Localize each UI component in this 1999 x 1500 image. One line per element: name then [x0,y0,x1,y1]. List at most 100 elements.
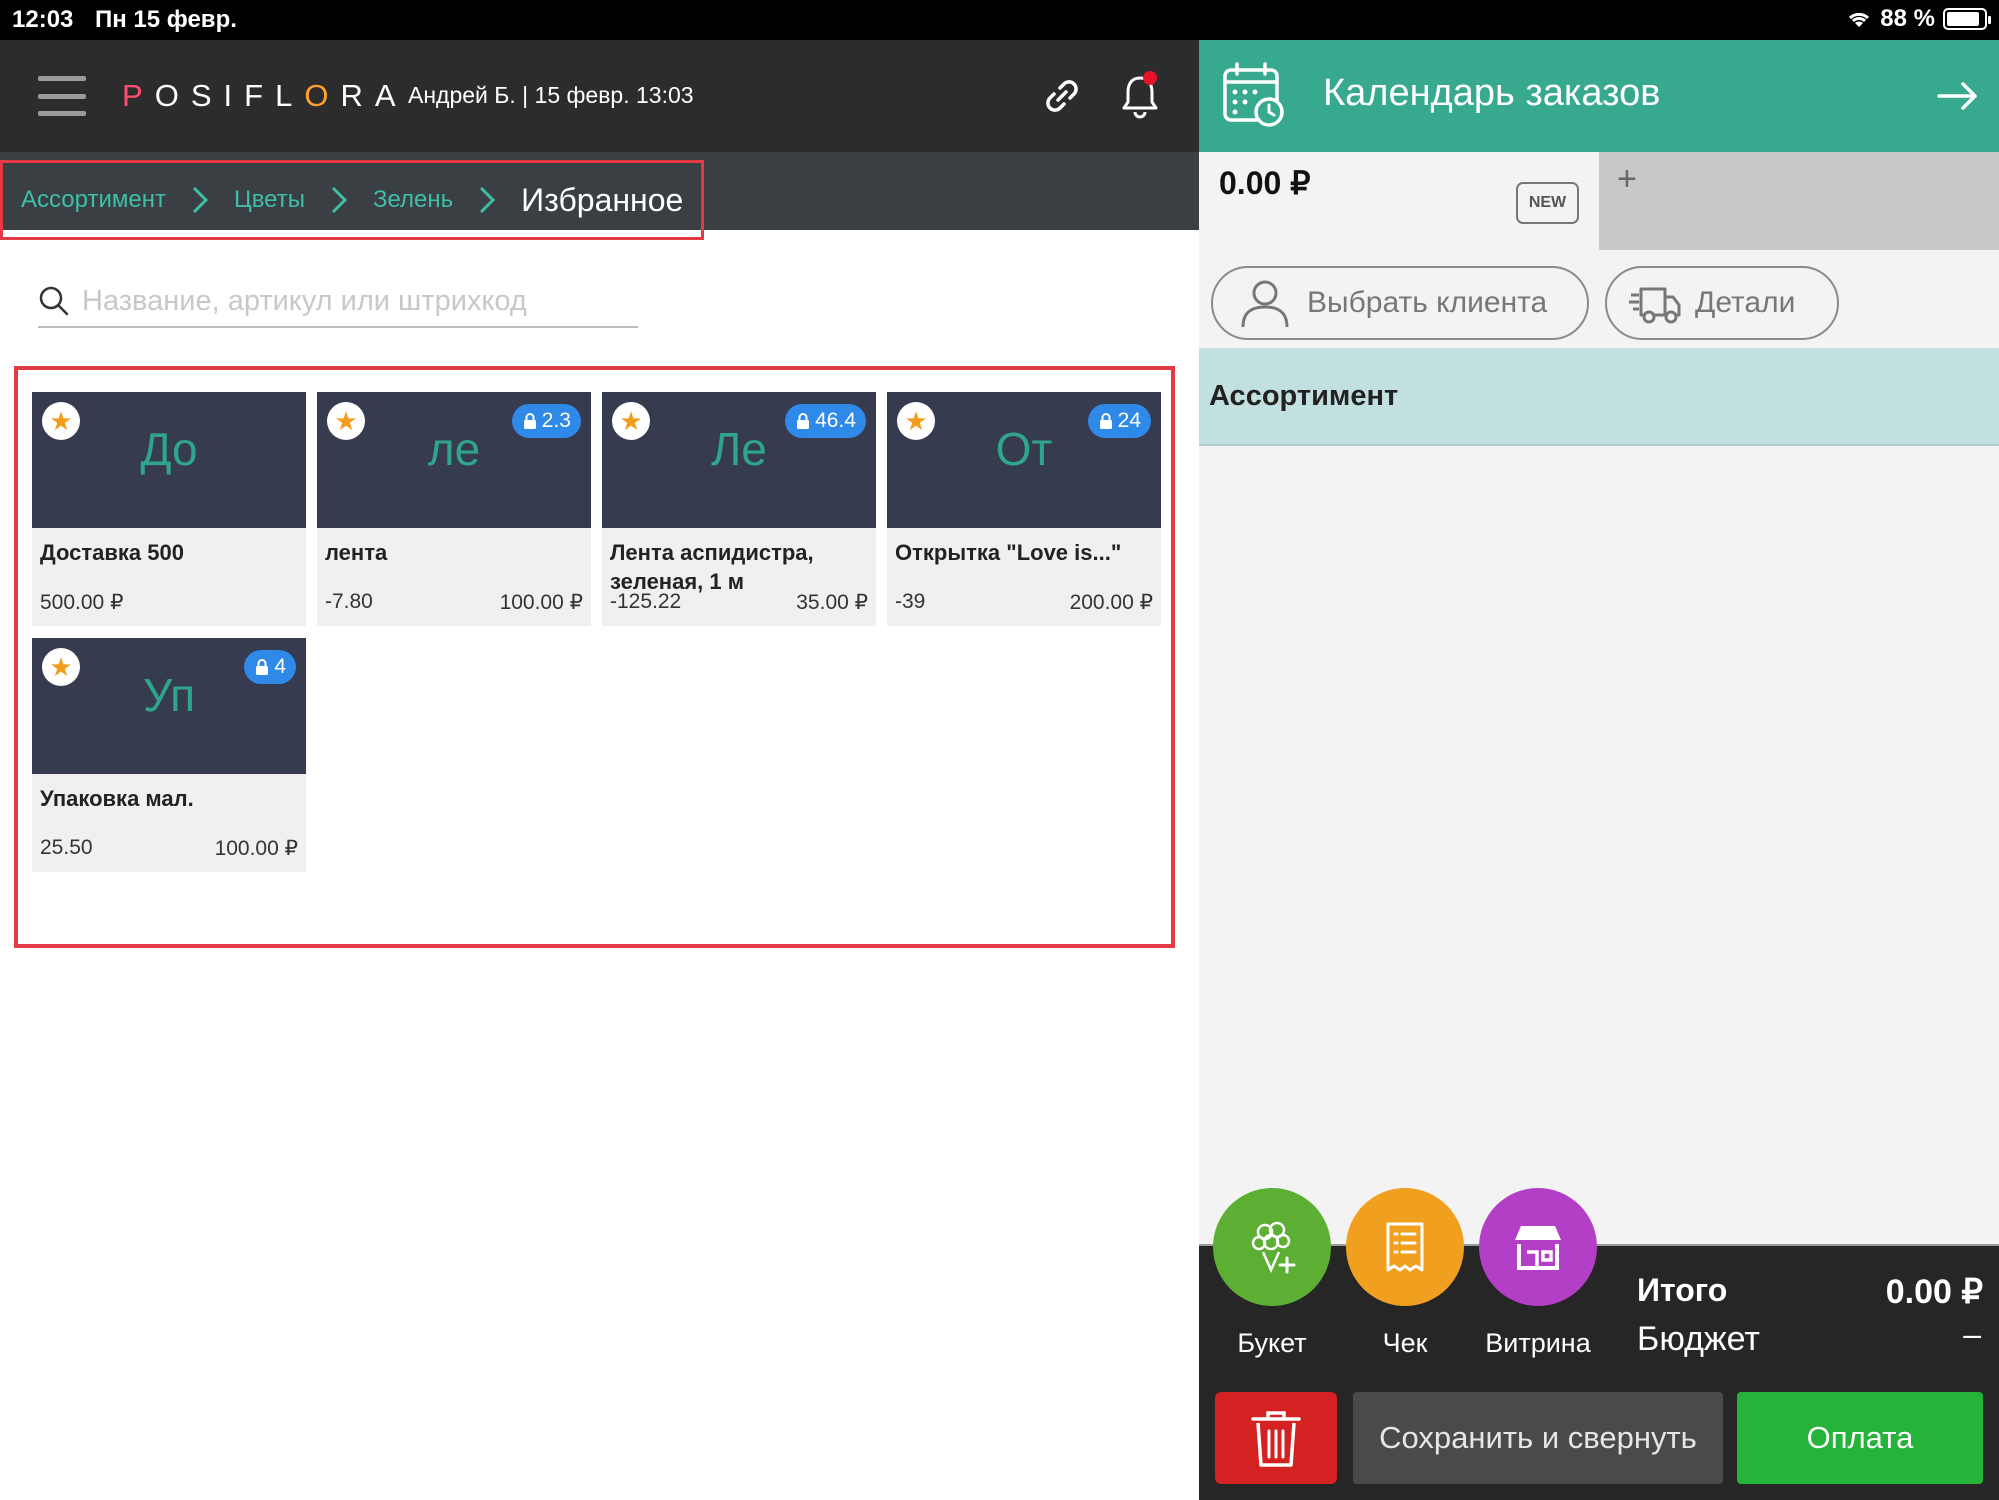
delivery-truck-icon [1629,287,1681,324]
star-icon[interactable]: ★ [327,402,365,440]
battery-percent: 88 % [1880,5,1935,32]
wifi-icon [1849,12,1870,27]
chevron-right-icon [331,186,348,214]
trash-icon [1251,1411,1301,1467]
budget-value: – [1963,1316,1981,1352]
product-stock: 25.50 [40,836,93,859]
bouquet-label: Букет [1237,1328,1307,1358]
chevron-right-icon [192,186,209,214]
order-calendar-header[interactable]: Календарь заказов [1199,40,1999,152]
stock-badge: 2.3 [511,404,581,438]
select-client-label: Выбрать клиента [1307,286,1548,319]
budget-label: Бюджет [1637,1320,1761,1358]
order-tab-current[interactable]: 0.00 ₽ NEW [1199,152,1599,250]
product-stock: -125.22 [610,590,682,613]
stock-badge-value: 2.3 [541,409,571,432]
order-amount: 0.00 ₽ [1219,165,1311,201]
product-price: 200.00 ₽ [1069,591,1153,614]
lock-icon [523,413,536,429]
star-icon[interactable]: ★ [897,402,935,440]
storefront-icon [1515,1226,1561,1270]
product-stock: -7.80 [325,590,373,613]
user-info: Андрей Б. | 15 февр. 13:03 [408,82,694,108]
stock-badge-value: 4 [274,655,286,678]
calendar-clock-icon [1223,62,1284,127]
link-icon[interactable] [1040,74,1084,118]
top-header: POSIFLORA Андрей Б. | 15 февр. 13:03 [0,40,1199,152]
stock-badge: 4 [244,650,296,684]
details-label: Детали [1695,286,1796,319]
product-stock: -39 [895,590,926,613]
stock-badge-value: 46.4 [815,409,856,432]
stock-badge: 46.4 [785,404,866,438]
bouquet-button[interactable] [1213,1188,1331,1306]
notification-dot [1143,71,1157,85]
star-icon[interactable]: ★ [42,648,80,686]
assortment-section: Ассортимент [1199,348,1999,446]
save-and-minimize-button[interactable]: Сохранить и свернуть [1353,1392,1723,1484]
breadcrumb-item-assortment[interactable]: Ассортимент [21,186,166,214]
stock-badge: 24 [1087,404,1151,438]
breadcrumb-current: Избранное [521,181,684,218]
product-name: Упаковка мал. [40,786,194,811]
battery-icon [1943,8,1991,30]
total-value: 0.00 ₽ [1885,1273,1983,1311]
product-name: лента [325,540,388,565]
select-client-button[interactable]: Выбрать клиента [1211,266,1589,340]
status-right: 88 % [1846,5,1991,33]
product-card[interactable]: До ★ Доставка 500 500.00 ₽ [32,392,306,626]
product-grid-highlight: До ★ Доставка 500 500.00 ₽ ле ★ 2.3 лент… [14,366,1175,948]
new-badge: NEW [1516,182,1579,224]
product-card[interactable]: ле ★ 2.3 лента -7.80 100.00 ₽ [317,392,591,626]
chevron-right-icon [480,186,496,214]
order-calendar-title: Календарь заказов [1323,72,1661,114]
storefront-label: Витрина [1485,1328,1591,1358]
receipt-icon [1386,1222,1424,1272]
hamburger-icon[interactable] [38,76,86,116]
battery-fill [1947,12,1979,26]
app-screen: 12:03 Пн 15 февр. 88 % POSIFLORA Андрей … [0,0,1999,1500]
search-icon [39,286,69,316]
arrow-right-icon[interactable] [1935,76,1981,116]
order-tabs: 0.00 ₽ NEW + [1199,152,1999,250]
product-stock: 500.00 ₽ [40,591,124,614]
product-name: Доставка 500 [40,540,184,565]
order-body: Выбрать клиента Детали Ассортимент [1199,250,1999,1246]
status-time: 12:03 [12,6,74,33]
star-icon[interactable]: ★ [612,402,650,440]
product-price: 100.00 ₽ [499,591,583,614]
posiflora-logo: POSIFLORA [122,78,408,113]
breadcrumb-bar: Ассортимент Цветы Зелень Избранное [0,152,1199,240]
breadcrumb: Ассортимент Цветы Зелень Избранное [0,160,705,240]
breadcrumb-item-flowers[interactable]: Цветы [234,186,305,214]
star-icon[interactable]: ★ [42,402,80,440]
add-order-button[interactable]: + [1617,160,1637,199]
status-date: Пн 15 февр. [95,6,237,33]
lock-icon [1099,413,1112,429]
product-price: 35.00 ₽ [796,591,868,614]
order-footer: Букет Чек Витрина Итого 0.00 ₽ Бюджет – [1199,1188,1999,1500]
status-bar: 12:03 Пн 15 февр. 88 % [0,0,1999,40]
product-price: 100.00 ₽ [214,837,298,860]
search-bar [38,276,638,328]
bell-icon[interactable] [1118,70,1162,120]
receipt-label: Чек [1382,1328,1428,1358]
product-name: Открытка "Love is..." [895,540,1122,565]
total-label: Итого [1637,1272,1728,1308]
storefront-button[interactable] [1479,1188,1597,1306]
product-card[interactable]: Уп ★ 4 Упаковка мал. 25.50 100.00 ₽ [32,638,306,872]
product-card[interactable]: От ★ 24 Открытка "Love is..." -39 200.00… [887,392,1161,626]
product-card[interactable]: Ле ★ 46.4 Лента аспидистра, зеленая, 1 м… [602,392,876,626]
user-icon [1241,280,1289,328]
product-name: Лента аспидистра, зеленая, 1 м [610,540,814,594]
breadcrumb-item-greenery[interactable]: Зелень [373,186,453,214]
bouquet-icon [1251,1221,1296,1274]
search-input[interactable] [82,284,622,318]
pay-button[interactable]: Оплата [1737,1392,1983,1484]
stock-badge-value: 24 [1117,409,1141,432]
lock-icon [256,659,269,675]
receipt-button[interactable] [1346,1188,1464,1306]
delete-button[interactable] [1215,1392,1337,1484]
assortment-section-title: Ассортимент [1209,380,1399,412]
details-button[interactable]: Детали [1605,266,1839,340]
